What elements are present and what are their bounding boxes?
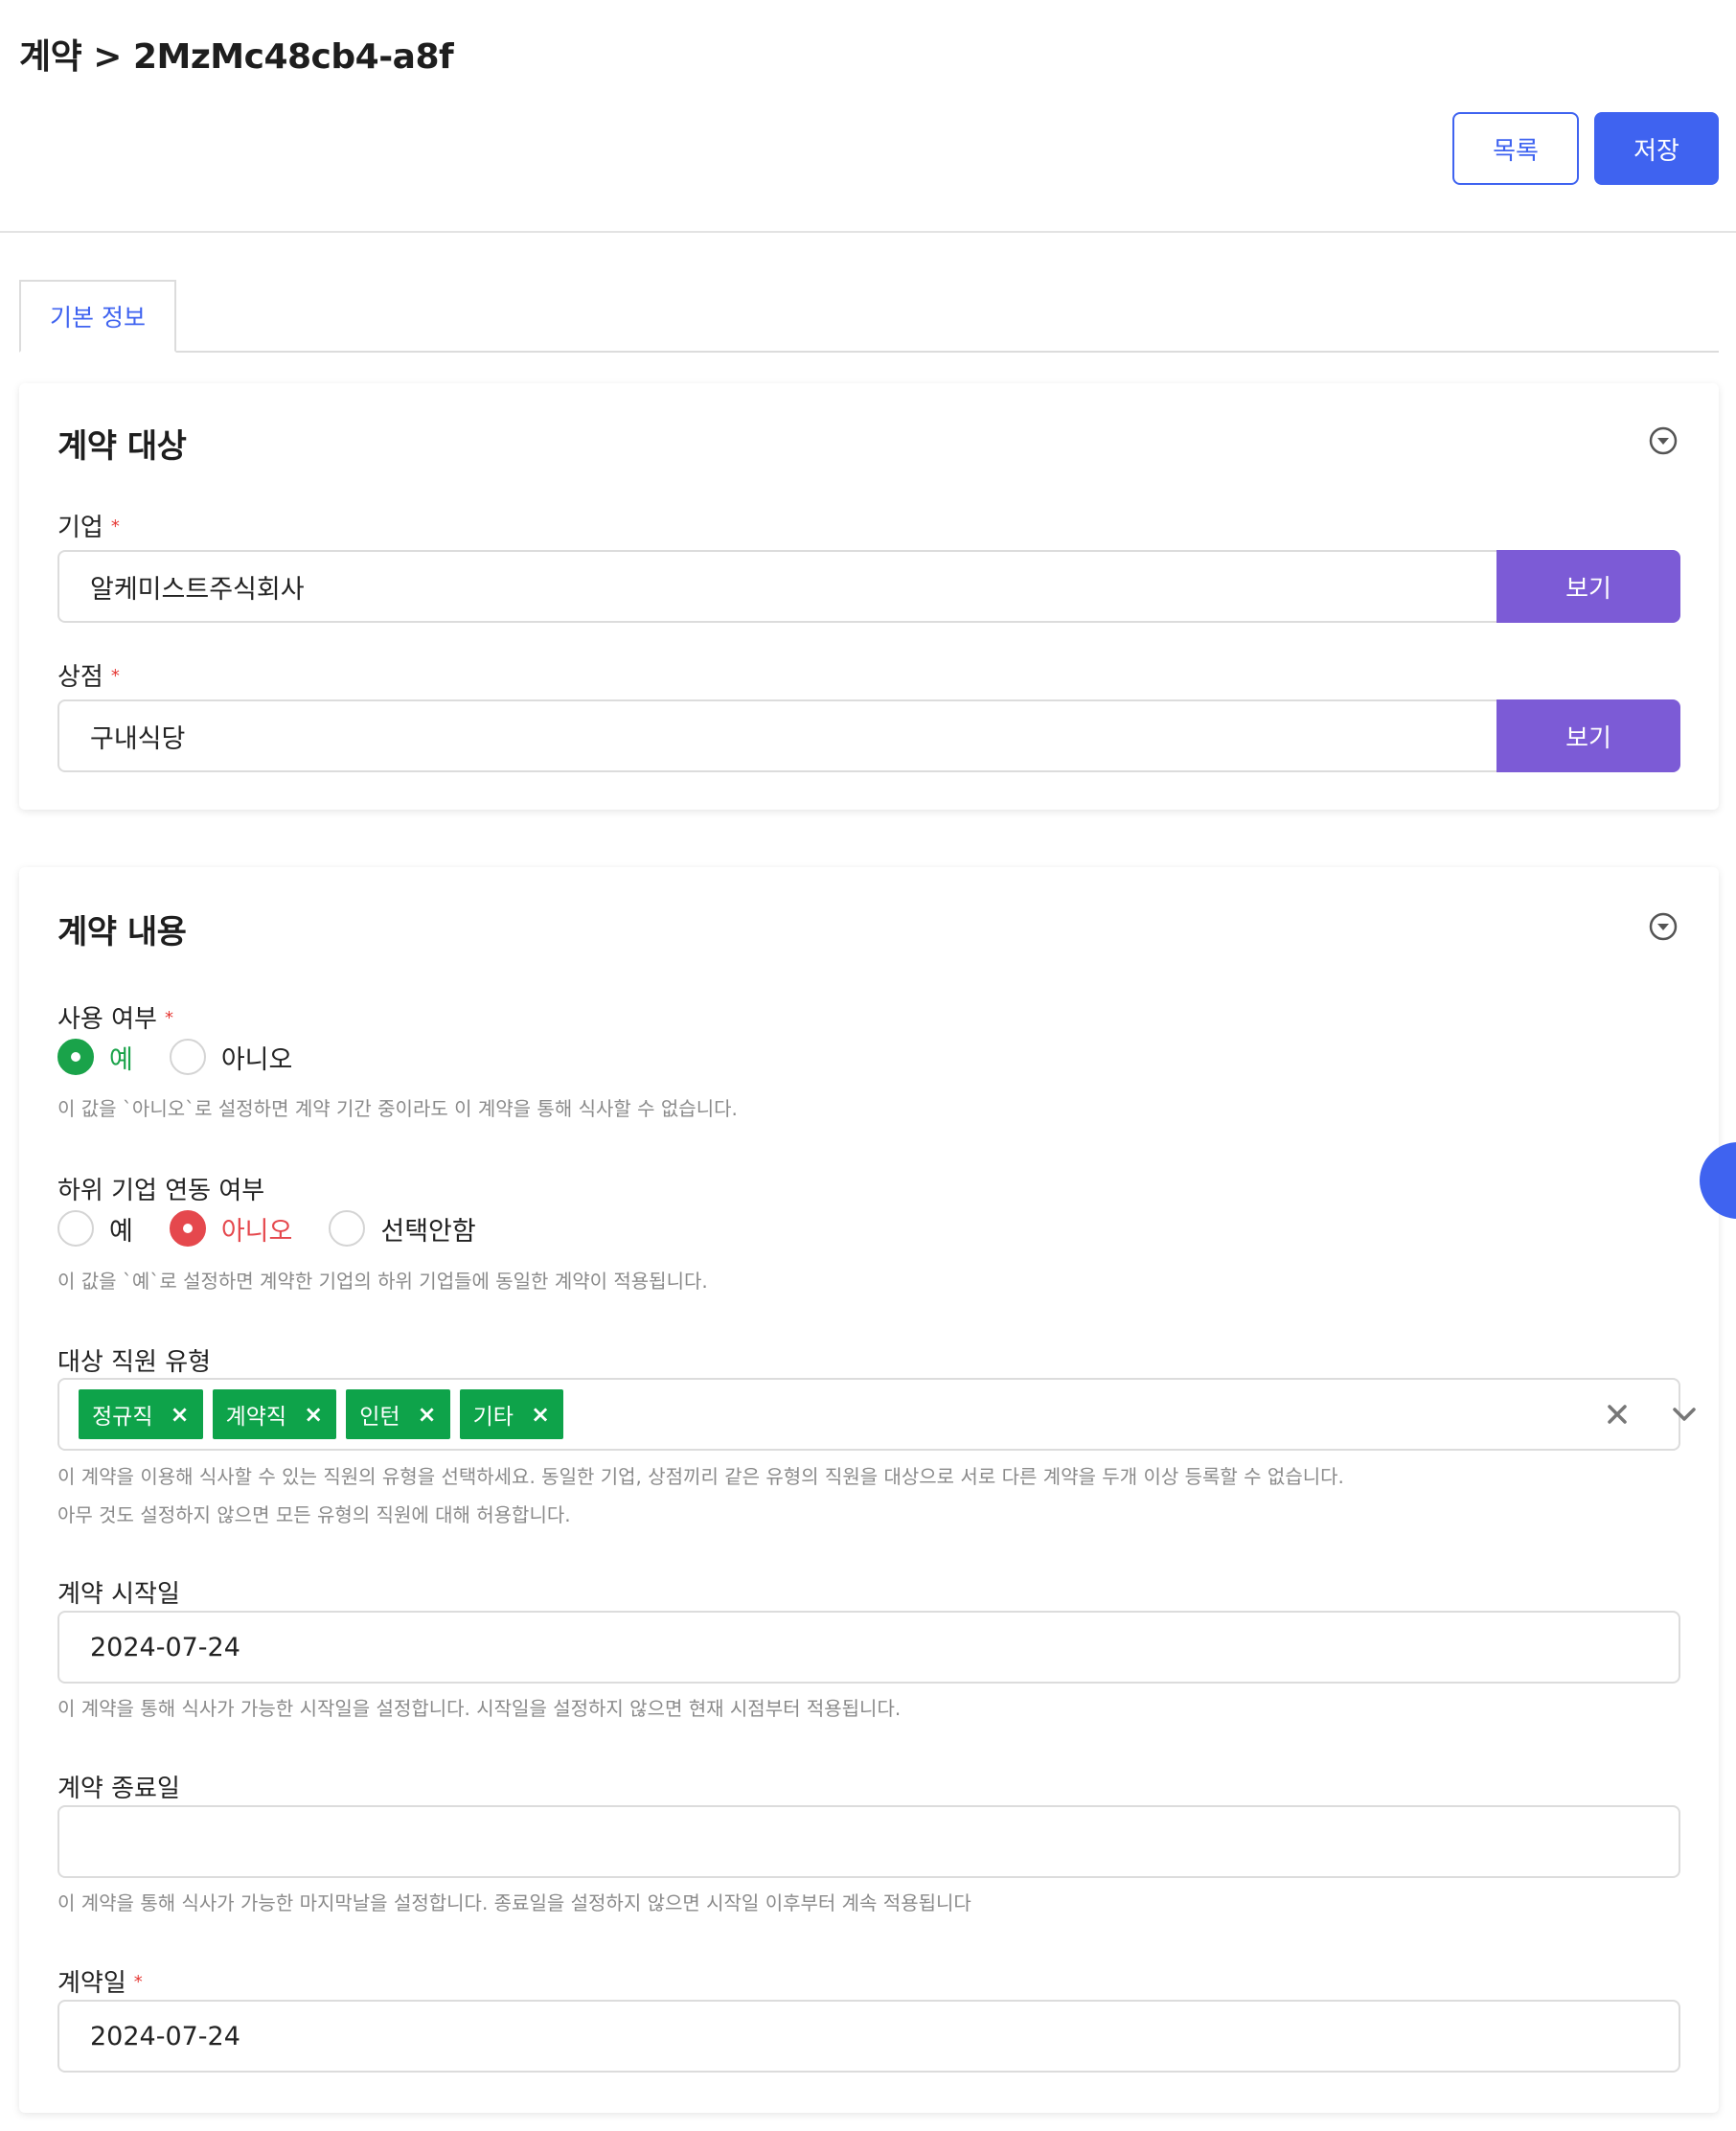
employee-type-help-text: 이 계약을 이용해 식사할 수 있는 직원의 유형을 선택하세요. 동일한 기업… bbox=[57, 1465, 1344, 1488]
company-label-text: 기업 bbox=[57, 514, 103, 542]
radio-unchecked[interactable] bbox=[329, 1210, 366, 1247]
tag-remove-icon[interactable]: × bbox=[418, 1401, 437, 1428]
option-label: 예 bbox=[109, 1044, 133, 1075]
use-label: 사용 여부 * bbox=[57, 999, 173, 1035]
start-date-help-text: 이 계약을 통해 식사가 가능한 시작일을 설정합니다. 시작일을 설정하지 않… bbox=[57, 1697, 902, 1720]
radio-unchecked[interactable] bbox=[169, 1039, 206, 1075]
radio-checked[interactable] bbox=[57, 1039, 94, 1075]
clear-icon[interactable] bbox=[1600, 1397, 1634, 1432]
tag-label: 계약직 bbox=[225, 1405, 287, 1430]
save-button[interactable]: 저장 bbox=[1594, 112, 1719, 185]
section-title: 계약 내용 bbox=[57, 913, 187, 951]
tag-remove-icon[interactable]: × bbox=[170, 1401, 189, 1428]
required-mark: * bbox=[110, 516, 120, 537]
end-date-help-text: 이 계약을 통해 식사가 가능한 마지막날을 설정합니다. 종료일을 설정하지 … bbox=[57, 1891, 971, 1914]
company-label: 기업 * bbox=[57, 508, 120, 543]
sub-company-label: 하위 기업 연동 여부 bbox=[57, 1177, 265, 1205]
end-date-label: 계약 종료일 bbox=[57, 1775, 180, 1803]
tag-label: 정규직 bbox=[92, 1405, 153, 1430]
contract-date-label: 계약일 * bbox=[57, 1963, 143, 1999]
radio-unchecked[interactable] bbox=[57, 1210, 94, 1247]
store-label-text: 상점 bbox=[57, 663, 103, 692]
use-option-no[interactable]: 아니오 bbox=[169, 1039, 293, 1076]
contract-date-field[interactable]: 2024-07-24 bbox=[57, 2000, 1680, 2073]
tag-label: 인턴 bbox=[359, 1405, 400, 1430]
store-field[interactable]: 구내식당 bbox=[57, 699, 1514, 772]
contract-date-label-text: 계약일 bbox=[57, 1969, 126, 1998]
option-label: 예 bbox=[109, 1216, 133, 1247]
tab-basic-info[interactable]: 기본 정보 bbox=[19, 280, 176, 353]
collapse-icon[interactable] bbox=[1648, 425, 1679, 456]
store-label: 상점 * bbox=[57, 657, 120, 693]
company-view-button[interactable]: 보기 bbox=[1496, 550, 1680, 623]
chevron-down-icon[interactable] bbox=[1667, 1397, 1702, 1432]
contract-target-card: 계약 대상 기업 * 알케미스트주식회사 보기 상점 * 구내식당 보기 bbox=[19, 383, 1719, 810]
tag-remove-icon[interactable]: × bbox=[304, 1401, 323, 1428]
tag-regular: 정규직 × bbox=[79, 1389, 203, 1439]
list-button[interactable]: 목록 bbox=[1452, 112, 1579, 185]
option-label: 아니오 bbox=[220, 1216, 293, 1247]
option-label: 선택안함 bbox=[380, 1216, 476, 1247]
use-label-text: 사용 여부 bbox=[57, 1005, 157, 1034]
employee-type-select[interactable]: 정규직 × 계약직 × 인턴 × 기타 × bbox=[57, 1378, 1696, 1451]
sub-company-option-none[interactable]: 선택안함 bbox=[329, 1210, 476, 1248]
required-mark: * bbox=[164, 1008, 173, 1028]
start-date-label: 계약 시작일 bbox=[57, 1580, 180, 1609]
sub-company-option-yes[interactable]: 예 bbox=[57, 1210, 133, 1248]
sub-company-option-no[interactable]: 아니오 bbox=[169, 1210, 293, 1248]
breadcrumb: 계약 > 2MzMc48cb4-a8f bbox=[19, 37, 454, 77]
option-label: 아니오 bbox=[220, 1044, 293, 1075]
employee-type-label: 대상 직원 유형 bbox=[57, 1348, 212, 1377]
tag-remove-icon[interactable]: × bbox=[531, 1401, 550, 1428]
section-title: 계약 대상 bbox=[57, 427, 187, 466]
page-header: 계약 > 2MzMc48cb4-a8f 목록 저장 bbox=[0, 0, 1736, 233]
tab-bar: 기본 정보 bbox=[19, 280, 1719, 353]
start-date-field[interactable]: 2024-07-24 bbox=[57, 1611, 1680, 1684]
store-view-button[interactable]: 보기 bbox=[1496, 699, 1680, 772]
collapse-icon[interactable] bbox=[1648, 911, 1679, 942]
radio-checked[interactable] bbox=[169, 1210, 206, 1247]
contract-content-card: 계약 내용 사용 여부 * 예 아니오 이 값을 `아니오`로 설정하면 계약 기… bbox=[19, 867, 1719, 2113]
use-help-text: 이 값을 `아니오`로 설정하면 계약 기간 중이라도 이 계약을 통해 식사할… bbox=[57, 1097, 738, 1120]
company-field[interactable]: 알케미스트주식회사 bbox=[57, 550, 1514, 623]
required-mark: * bbox=[110, 666, 120, 686]
tag-list: 정규직 × 계약직 × 인턴 × 기타 × bbox=[79, 1389, 573, 1439]
tag-label: 기타 bbox=[472, 1405, 514, 1430]
employee-type-help-text-2: 아무 것도 설정하지 않으면 모든 유형의 직원에 대해 허용합니다. bbox=[57, 1503, 571, 1526]
sub-company-help-text: 이 값을 `예`로 설정하면 계약한 기업의 하위 기업들에 동일한 계약이 적… bbox=[57, 1270, 708, 1293]
tag-other: 기타 × bbox=[459, 1389, 564, 1439]
use-radio-group: 예 아니오 bbox=[57, 1038, 329, 1076]
sub-company-radio-group: 예 아니오 선택안함 bbox=[57, 1209, 513, 1248]
end-date-field[interactable] bbox=[57, 1805, 1680, 1878]
tag-intern: 인턴 × bbox=[346, 1389, 450, 1439]
use-option-yes[interactable]: 예 bbox=[57, 1039, 133, 1076]
required-mark: * bbox=[133, 1972, 143, 1992]
tag-contract: 계약직 × bbox=[212, 1389, 337, 1439]
